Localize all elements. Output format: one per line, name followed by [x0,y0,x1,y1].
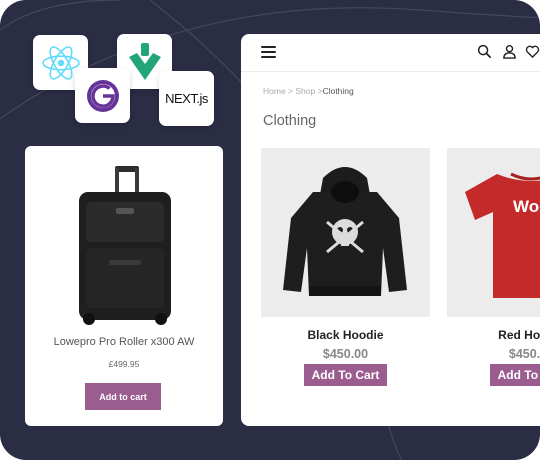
product-price: $450.00 [322,347,369,361]
rolling-bag-image [79,166,171,325]
red-shirt-image: Woo [465,172,540,298]
breadcrumb-current: Clothing [322,86,354,96]
product-price: $450.00 [508,347,540,361]
gatsby-logo [75,68,130,123]
product-image[interactable]: Woo [447,148,540,317]
breadcrumb: Home > Shop >Clothing [263,86,354,96]
page-title: Clothing [263,113,317,129]
breadcrumb-shop[interactable]: Shop [295,86,315,96]
shop-window: Home > Shop >Clothing Clothing Black Hoo… [241,34,540,426]
hero-panel: NEXT.js Lowepro Pro Roller x300 AW £499.… [0,0,540,460]
svg-text:Woo: Woo [513,197,540,216]
product-name: Lowepro Pro Roller x300 AW [53,336,195,348]
product-card: Lowepro Pro Roller x300 AW £499.95 Add t… [25,146,223,426]
user-icon[interactable] [502,44,517,59]
black-hoodie-image [283,167,407,296]
shop-header [241,34,540,72]
search-icon[interactable] [477,44,492,59]
product-name[interactable]: Black Hoodie [261,328,430,342]
nextjs-wordmark: NEXT.js [165,91,208,106]
product-image[interactable] [261,148,430,317]
add-to-cart-button[interactable]: Add to cart [85,383,161,410]
breadcrumb-separator: > [285,86,296,96]
breadcrumb-home[interactable]: Home [263,86,286,96]
product-item: Woo Red Hoodie $450.00 Add To Cart [447,148,540,386]
nextjs-logo: NEXT.js [159,71,214,126]
heart-icon[interactable] [525,44,540,59]
menu-icon[interactable] [261,46,276,58]
add-to-cart-button[interactable]: Add To Cart [304,364,387,386]
gatsby-icon [86,79,119,112]
product-price: £499.95 [108,359,140,369]
product-name[interactable]: Red Hoodie [447,328,540,342]
product-item: Black Hoodie $450.00 Add To Cart [261,148,430,386]
add-to-cart-button[interactable]: Add To Cart [490,364,540,386]
breadcrumb-separator: > [315,86,323,96]
